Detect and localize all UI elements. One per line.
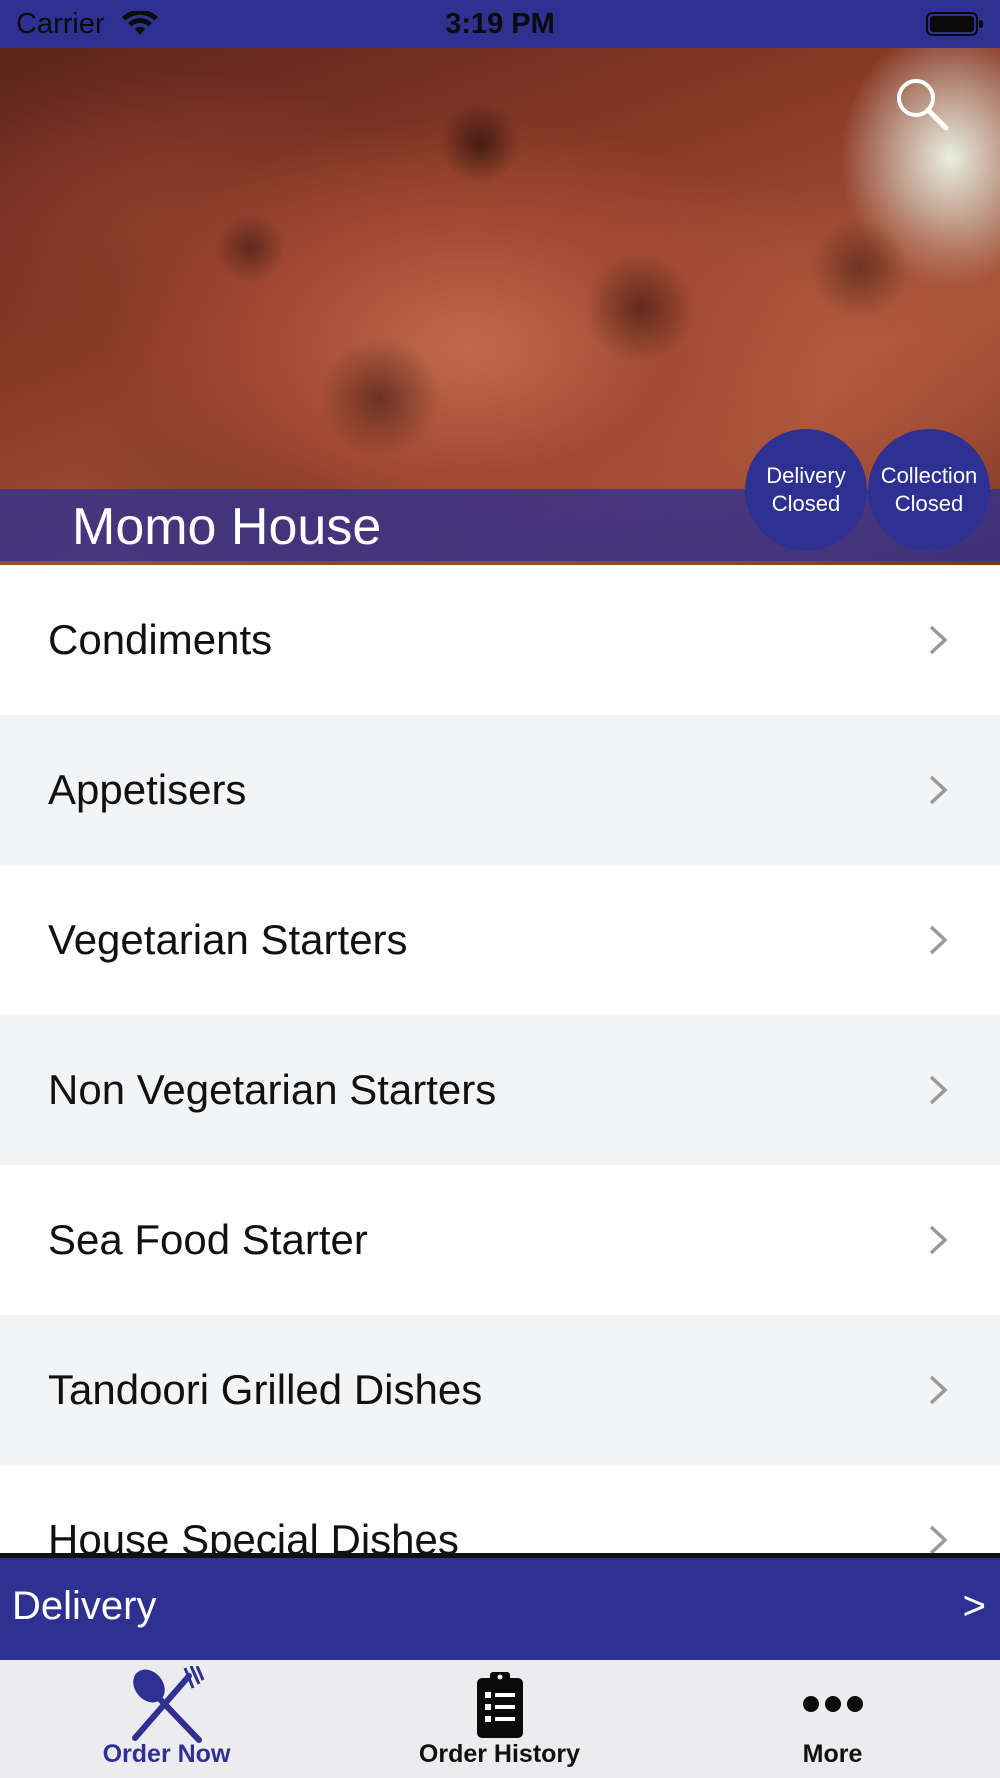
search-icon[interactable]: [892, 74, 950, 132]
category-label: Sea Food Starter: [48, 1216, 368, 1263]
category-label: Condiments: [48, 616, 273, 663]
bottom-tab-bar: Order Now Order History More: [0, 1660, 1000, 1778]
tab-order-now[interactable]: Order Now: [0, 1660, 333, 1778]
delivery-status-title: Delivery: [766, 463, 846, 488]
tab-label: More: [802, 1740, 863, 1768]
chevron-right-icon: [929, 1075, 948, 1105]
category-row-house-special-dishes[interactable]: House Special Dishes: [0, 1465, 1000, 1555]
category-row-tandoori-grilled-dishes[interactable]: Tandoori Grilled Dishes: [0, 1315, 1000, 1465]
category-label: Appetisers: [48, 766, 247, 813]
restaurant-name: Momo House: [72, 498, 382, 556]
category-row-sea-food-starter[interactable]: Sea Food Starter: [0, 1165, 1000, 1315]
clipboard-list-icon: [476, 1672, 523, 1738]
order-mode-label: Delivery: [12, 1584, 157, 1628]
category-label: Non Vegetarian Starters: [48, 1066, 497, 1113]
chevron-right-icon: [929, 1525, 948, 1555]
chevron-right-icon: [929, 925, 948, 955]
collection-status-value: Closed: [894, 491, 964, 516]
chevron-right-icon: [929, 625, 948, 655]
category-label: House Special Dishes: [48, 1516, 459, 1555]
category-label: Vegetarian Starters: [48, 916, 408, 963]
category-row-vegetarian-starters[interactable]: Vegetarian Starters: [0, 865, 1000, 1015]
tab-label: Order Now: [102, 1740, 231, 1768]
menu-category-list[interactable]: Condiments Appetisers Vegetarian Starter…: [0, 565, 1000, 1555]
chevron-right-icon: [929, 775, 948, 805]
chevron-right-icon: [929, 1375, 948, 1405]
order-mode-arrow: >: [962, 1584, 986, 1628]
more-dots-icon: [802, 1696, 863, 1712]
category-label: Tandoori Grilled Dishes: [48, 1366, 483, 1413]
battery-icon: [926, 12, 983, 36]
status-bar: Carrier 3:19 PM: [0, 0, 1000, 48]
hero-image: Momo House Delivery Closed Collection Cl…: [0, 48, 1000, 565]
tab-order-history[interactable]: Order History: [333, 1660, 666, 1778]
tab-label: Order History: [418, 1740, 581, 1768]
collection-status-badge: Collection Closed: [868, 429, 990, 551]
clock-label: 3:19 PM: [445, 8, 555, 40]
fork-knife-icon: [131, 1666, 204, 1743]
order-mode-bar[interactable]: Delivery >: [0, 1558, 1000, 1660]
collection-status-title: Collection: [880, 463, 978, 488]
delivery-status-value: Closed: [771, 491, 841, 516]
category-row-non-vegetarian-starters[interactable]: Non Vegetarian Starters: [0, 1015, 1000, 1165]
category-row-condiments[interactable]: Condiments: [0, 565, 1000, 715]
category-row-appetisers[interactable]: Appetisers: [0, 715, 1000, 865]
delivery-status-badge: Delivery Closed: [745, 429, 867, 551]
chevron-right-icon: [929, 1225, 948, 1255]
tab-more[interactable]: More: [666, 1660, 999, 1778]
